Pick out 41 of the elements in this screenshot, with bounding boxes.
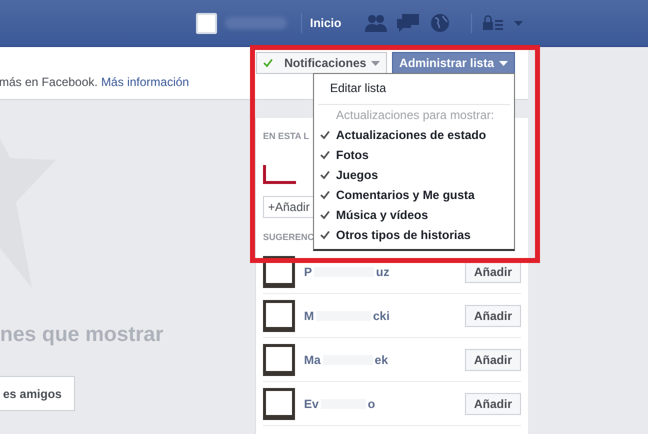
add-suggestion-button[interactable]: Añadir xyxy=(464,304,521,326)
name-end: ek xyxy=(374,352,388,366)
add-member-button[interactable]: +Añadir xyxy=(263,196,315,218)
info-text: más en Facebook. Más información xyxy=(0,75,190,89)
menu-option[interactable]: Fotos xyxy=(314,145,514,165)
menu-option[interactable]: Comentarios y Me gusta xyxy=(314,185,514,205)
member-thumbnail xyxy=(263,165,296,184)
suggestions-heading: SUGERENC xyxy=(263,232,314,242)
menu-option[interactable]: Música y vídeos xyxy=(314,205,514,225)
messages-icon[interactable] xyxy=(397,13,420,33)
menu-option[interactable]: Juegos xyxy=(314,165,514,185)
friends-icon[interactable] xyxy=(365,13,388,33)
name-start: Ma xyxy=(304,352,321,366)
menu-item[interactable]: Editar lista xyxy=(314,78,514,98)
name-start: P xyxy=(304,264,312,278)
name-start: Ev xyxy=(304,396,319,410)
caret-icon xyxy=(514,20,524,26)
notifications-button[interactable]: Notificaciones xyxy=(256,52,388,74)
menu-option[interactable]: Otros tipos de historias xyxy=(314,225,514,245)
empty-message: nes que mostrar xyxy=(0,323,164,347)
friends-button[interactable]: es amigos xyxy=(0,376,75,411)
add-suggestion-button[interactable]: Añadir xyxy=(464,348,521,370)
photo-placeholder xyxy=(263,344,295,376)
photo-placeholder xyxy=(263,388,295,420)
profile-avatar[interactable] xyxy=(196,12,217,34)
name-end: uz xyxy=(376,264,390,278)
menu-heading: Actualizaciones para mostrar: xyxy=(318,104,510,125)
lock-icon[interactable] xyxy=(482,13,504,33)
menu-option[interactable]: Actualizaciones de estado xyxy=(314,125,514,145)
name-end: cki xyxy=(373,308,390,322)
more-info-link[interactable]: Más información xyxy=(101,75,190,89)
add-suggestion-button[interactable]: Añadir xyxy=(464,392,521,414)
name-start: M xyxy=(304,308,314,322)
photo-placeholder xyxy=(263,300,295,332)
name-end: o xyxy=(368,396,376,410)
caret-icon xyxy=(371,60,380,66)
blurred-name xyxy=(225,17,287,29)
caret-icon xyxy=(499,60,508,66)
globe-icon[interactable] xyxy=(429,13,452,33)
members-heading: EN ESTA L xyxy=(263,131,310,141)
manage-list-button[interactable]: Administrar lista xyxy=(392,52,515,74)
